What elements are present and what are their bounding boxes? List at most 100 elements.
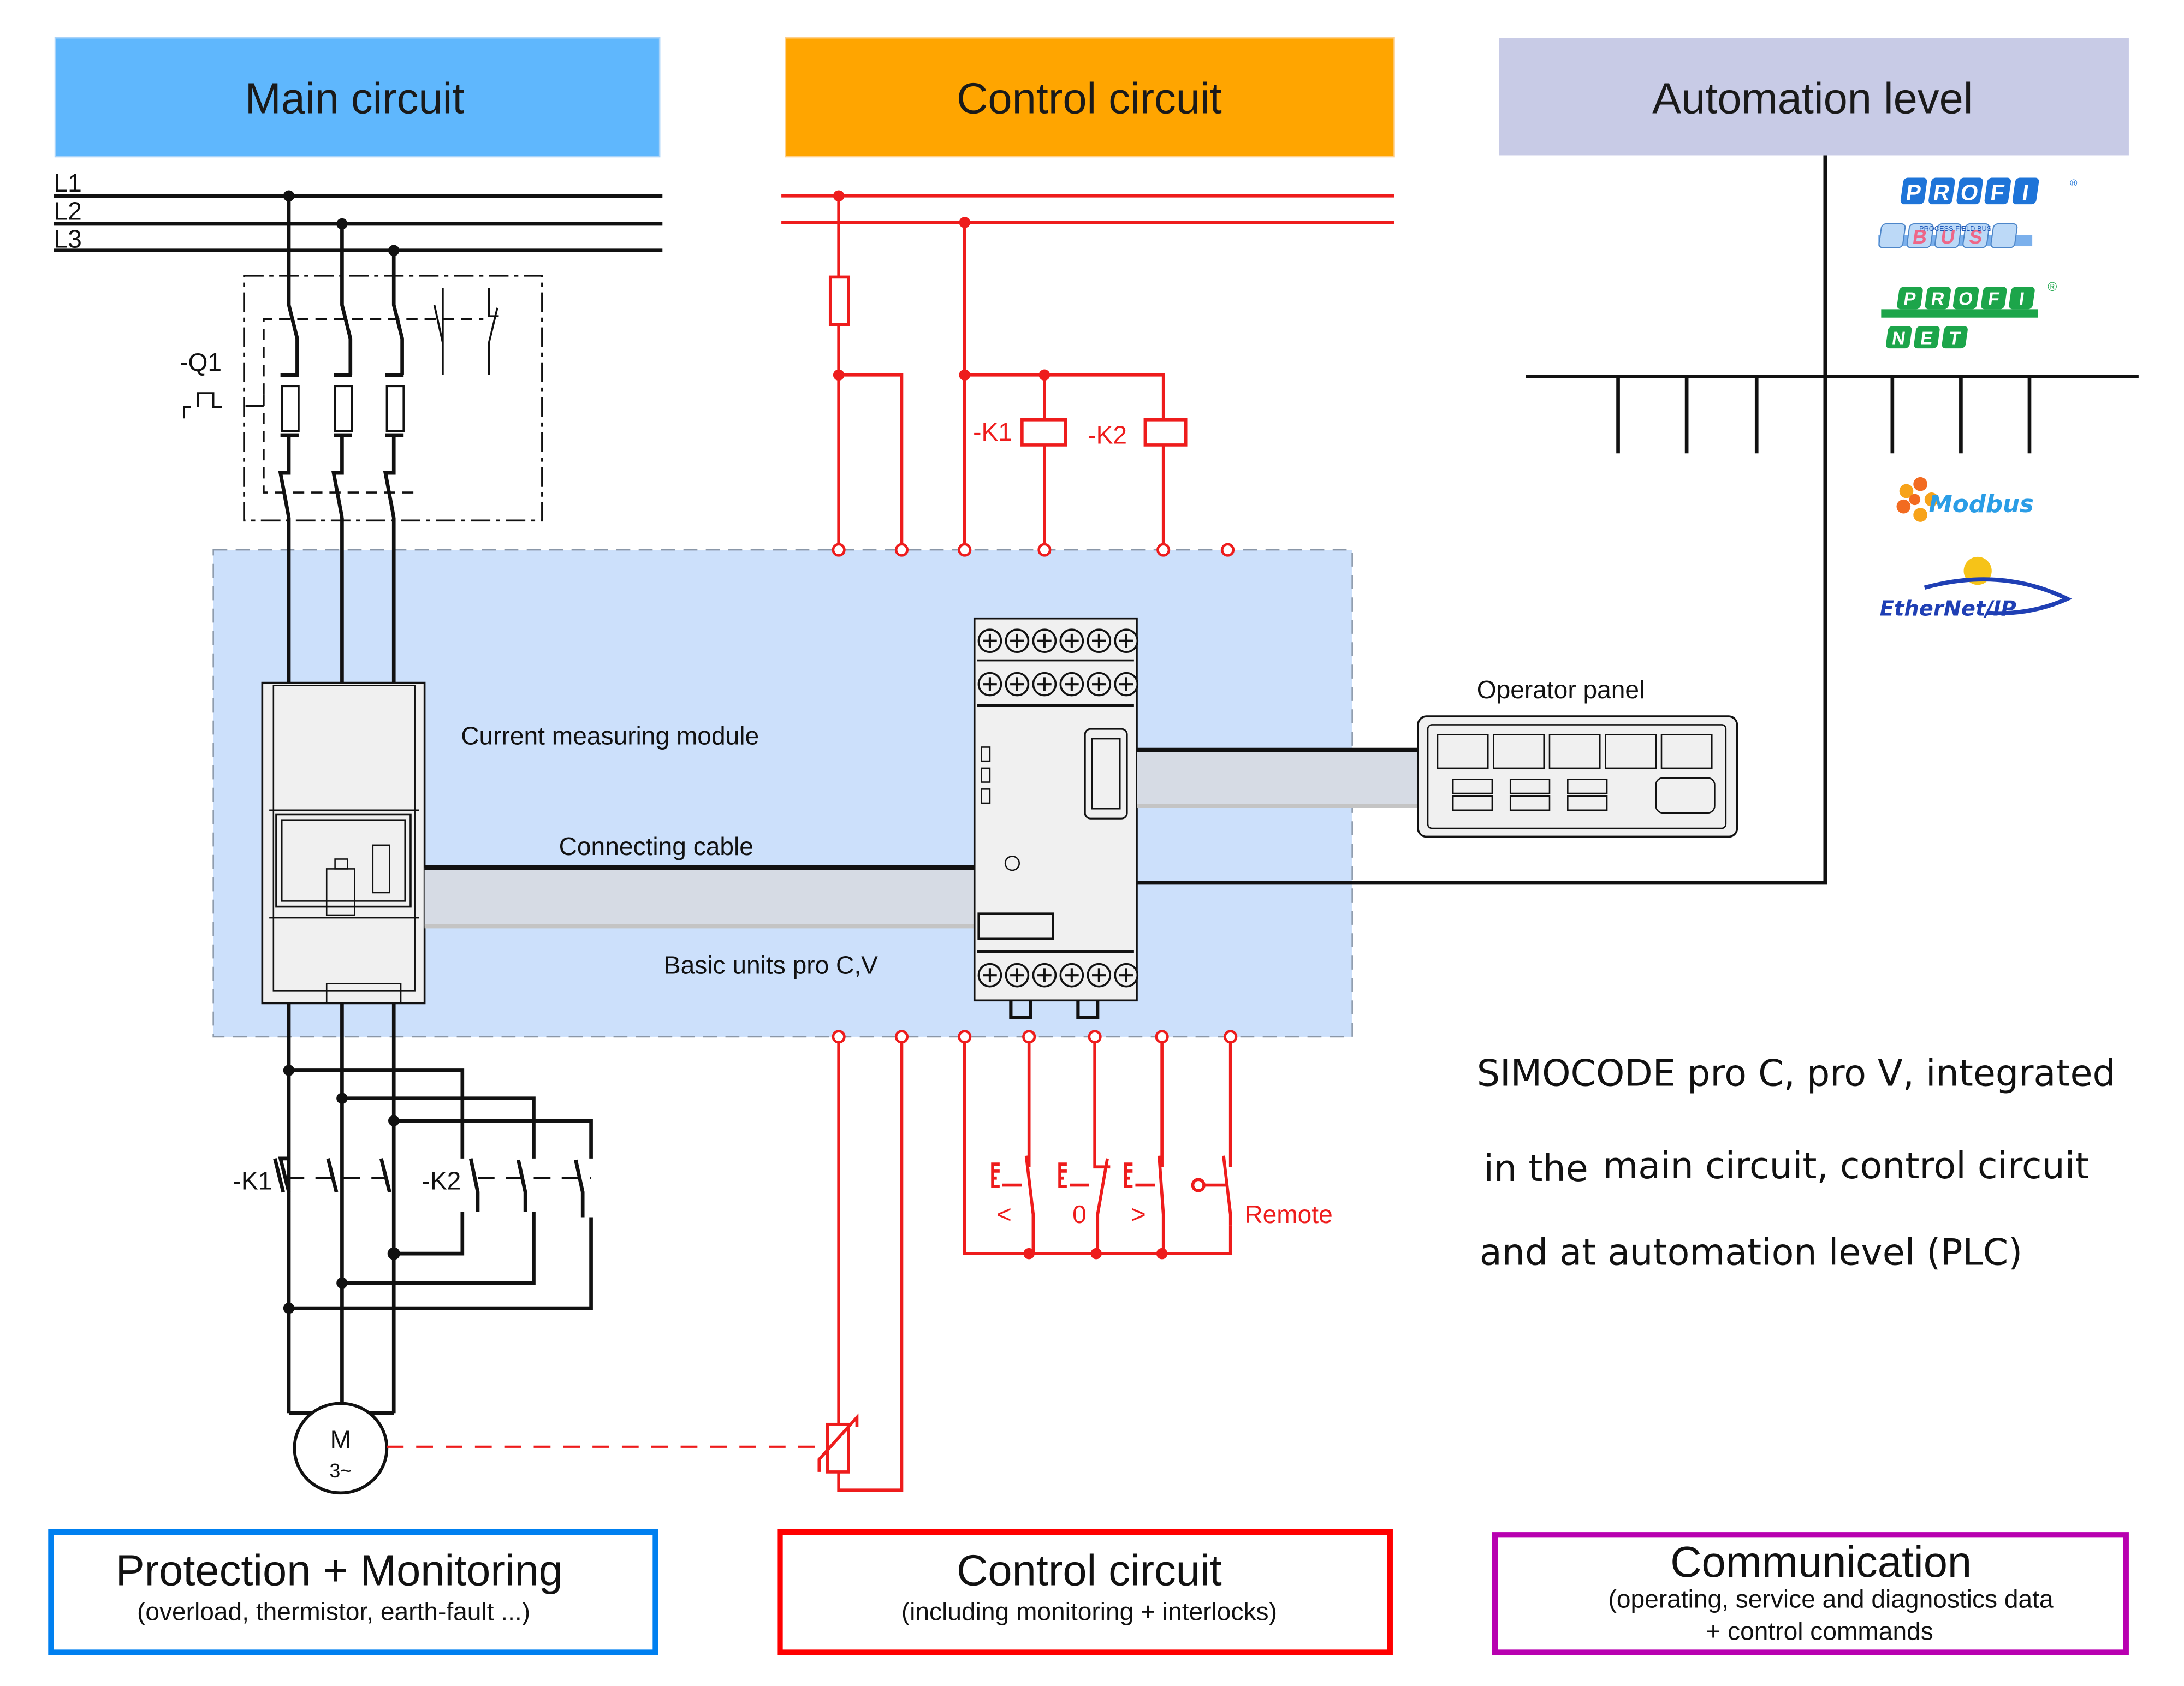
svg-text:®: ® — [2048, 280, 2057, 294]
terminal-icon — [894, 543, 909, 557]
header-automation-label: Automation level — [1652, 74, 1973, 123]
screw-terminal-icon — [1005, 628, 1030, 653]
terminal-icon — [958, 1030, 972, 1044]
communication-title: Communication — [1670, 1537, 1972, 1586]
communication-subtitle-1: (operating, service and diagnostics data — [1609, 1584, 2054, 1613]
terminal-icon — [958, 543, 972, 557]
protection-title: Protection + Monitoring — [116, 1546, 563, 1594]
terminal-icon — [1155, 1030, 1169, 1044]
basic-unit-label: Basic units pro C,V — [664, 951, 878, 979]
basic-unit[interactable] — [973, 617, 1139, 1019]
current-module-label: Current measuring module — [461, 721, 759, 750]
terminal-icon — [1156, 543, 1171, 557]
panel-led-key — [1452, 779, 1493, 794]
description-line-2a: in the — [1484, 1147, 1588, 1190]
panel-led-key — [1509, 779, 1551, 794]
profinet-logo: P R O F IN E T ® — [1881, 280, 2057, 348]
contactor-k1-label: -K1 — [233, 1166, 272, 1195]
header-control-label: Control circuit — [957, 74, 1222, 123]
screw-terminal-icon — [1059, 672, 1084, 697]
svg-text:O: O — [1957, 289, 1974, 310]
box-control-circuit: Control circuit (including monitoring + … — [777, 1529, 1393, 1655]
simocode-diagram: Main circuit Control circuit Automation … — [48, 37, 2139, 1655]
operator-panel[interactable] — [1417, 715, 1738, 838]
communication-subtitle-2: + control commands — [1706, 1617, 1933, 1645]
screw-terminal-icon — [1114, 628, 1139, 653]
svg-text:PROCESS FIELD BUS: PROCESS FIELD BUS — [1919, 224, 1991, 233]
screw-terminal-icon — [1032, 628, 1057, 653]
box-communication: Communication (operating, service and di… — [1492, 1532, 2129, 1655]
terminal-icon — [1221, 543, 1235, 557]
control-wiring-top: -K1 -K2 — [781, 190, 1394, 546]
modbus-text: Modbus — [1928, 491, 2034, 518]
screw-terminal-icon — [1032, 963, 1057, 988]
button-right-label: > — [1131, 1200, 1146, 1228]
panel-led-key — [1452, 795, 1493, 811]
panel-key — [1437, 734, 1489, 769]
screw-terminal-icon — [1087, 963, 1112, 988]
screw-terminal-icon — [1059, 963, 1084, 988]
screw-terminal-icon — [1059, 628, 1084, 653]
ethernet-ip-logo: EtherNet/IP — [1880, 556, 2073, 621]
connecting-cable[interactable] — [424, 865, 976, 929]
panel-led-key — [1509, 795, 1551, 811]
description-line-1: SIMOCODE pro C, pro V, integrated — [1477, 1052, 2116, 1095]
phase-l3-label: L3 — [54, 225, 82, 253]
description-line-3: and at automation level (PLC) — [1480, 1231, 2022, 1274]
screw-terminal-icon — [1087, 628, 1112, 653]
current-measuring-module[interactable] — [261, 681, 426, 1005]
panel-cable[interactable] — [1137, 747, 1419, 808]
operator-panel-label: Operator panel — [1477, 675, 1645, 704]
control-subtitle: (including monitoring + interlocks) — [901, 1598, 1277, 1626]
remote-label: Remote — [1244, 1200, 1332, 1228]
header-automation-level: Automation level — [1499, 38, 2129, 156]
modbus-logo: Modbus — [1896, 477, 2034, 522]
panel-led-key — [1567, 795, 1608, 811]
svg-text:N: N — [1891, 329, 1907, 349]
terminal-icon — [1088, 1030, 1102, 1044]
phase-bus: L1 L2 L3 — [54, 169, 663, 256]
terminal-icon — [832, 543, 846, 557]
svg-text:R: R — [1930, 289, 1945, 310]
screw-terminal-icon — [1032, 672, 1057, 697]
cable-label: Connecting cable — [559, 832, 753, 860]
panel-key — [1493, 734, 1545, 769]
ethernet-ip-text: EtherNet/IP — [1880, 597, 2016, 621]
description: SIMOCODE pro C, pro V, integrated in the… — [1477, 1052, 2116, 1274]
button-left-label: < — [997, 1200, 1012, 1228]
control-wiring-bottom: < 0 > Remote — [817, 1042, 1333, 1492]
panel-led-key — [1567, 779, 1608, 794]
motor: M 3~ — [293, 1402, 389, 1495]
panel-key — [1660, 734, 1713, 769]
box-protection-monitoring: Protection + Monitoring (overload, therm… — [48, 1529, 658, 1655]
breaker-q1: -Q1 — [180, 195, 543, 522]
screw-terminal-icon — [977, 963, 1002, 988]
phase-l2-label: L2 — [54, 197, 82, 225]
panel-key — [1548, 734, 1601, 769]
profibus-logo: PROFI BUS PROCESS FIELD BUS ® — [1878, 177, 2078, 248]
screw-terminal-icon — [977, 628, 1002, 653]
screw-terminal-icon — [1087, 672, 1112, 697]
panel-key — [1605, 734, 1657, 769]
svg-text:O: O — [1959, 180, 1980, 205]
protection-subtitle: (overload, thermistor, earth-fault ...) — [137, 1598, 530, 1626]
description-line-2b: main circuit, control circuit — [1603, 1144, 2089, 1187]
terminal-icon — [1037, 543, 1052, 557]
motor-sub-label: 3~ — [329, 1460, 352, 1482]
network-bus — [1526, 375, 2139, 454]
reversing-contactors: -K1 -K2 — [233, 1065, 593, 1456]
screw-terminal-icon — [1114, 963, 1139, 988]
svg-text:®: ® — [2070, 177, 2077, 188]
terminal-icon — [1022, 1030, 1036, 1044]
terminal-icon — [894, 1030, 909, 1044]
coil-k1-label: -K1 — [973, 418, 1012, 446]
control-title: Control circuit — [957, 1546, 1222, 1594]
header-control-circuit: Control circuit — [785, 37, 1395, 158]
header-main-circuit: Main circuit — [54, 37, 661, 158]
terminal-icon — [832, 1030, 846, 1044]
header-main-label: Main circuit — [245, 74, 465, 123]
screw-terminal-icon — [1114, 672, 1139, 697]
screw-terminal-icon — [977, 672, 1002, 697]
button-off-label: 0 — [1072, 1200, 1087, 1228]
screw-terminal-icon — [1005, 963, 1030, 988]
